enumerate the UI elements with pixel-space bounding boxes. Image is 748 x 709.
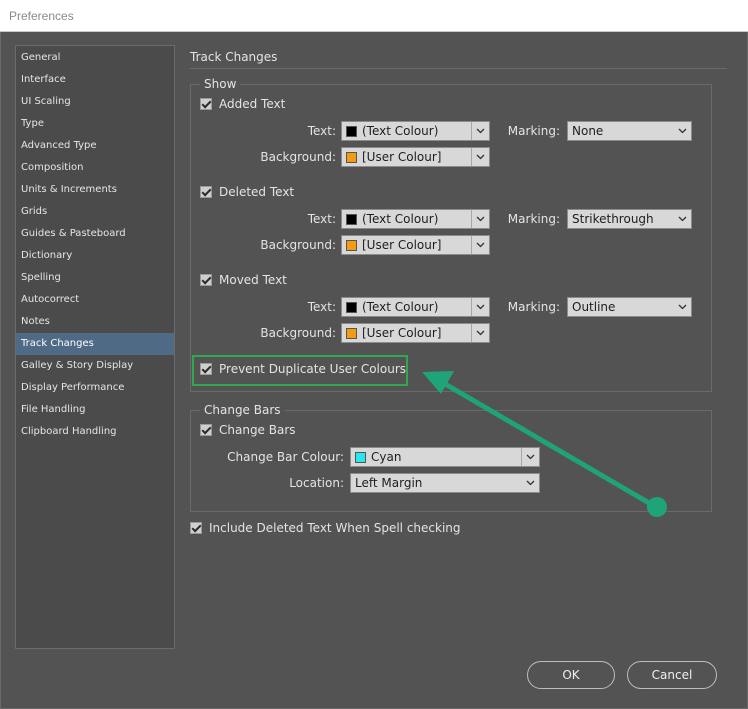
moved-text-label: Moved Text [219, 273, 287, 287]
sidebar-item-notes[interactable]: Notes [16, 311, 174, 333]
deleted-text-label: Deleted Text [219, 185, 295, 199]
deleted-text-text-label: Text: [307, 212, 336, 226]
moved-text-background-value: [User Colour] [362, 326, 442, 340]
sidebar-item-composition[interactable]: Composition [16, 157, 174, 179]
sidebar-item-galley-story-display[interactable]: Galley & Story Display [16, 355, 174, 377]
added-text-label: Added Text [219, 97, 286, 111]
moved-text-text-dropdown[interactable]: (Text Colour) [341, 297, 490, 317]
sidebar-item-interface[interactable]: Interface [16, 69, 174, 91]
include-deleted-checkbox[interactable] [190, 522, 202, 534]
deleted-text-background-swatch [346, 239, 357, 251]
show-group-label: Show [200, 77, 241, 91]
moved-text-marking-value: Outline [572, 300, 616, 314]
chevron-down-icon[interactable] [471, 148, 489, 166]
moved-text-text-label: Text: [307, 300, 336, 314]
moved-text-marking-dropdown[interactable]: Outline [567, 297, 692, 317]
sidebar-item-advanced-type[interactable]: Advanced Type [16, 135, 174, 157]
change-bar-colour-label: Change Bar Colour: [227, 450, 344, 464]
moved-text-background-label: Background: [260, 326, 336, 340]
deleted-text-background-label: Background: [260, 238, 336, 252]
added-text-checkbox-row[interactable]: Added Text [200, 96, 285, 112]
added-text-text-value: (Text Colour) [362, 124, 439, 138]
sidebar-item-guides-pasteboard[interactable]: Guides & Pasteboard [16, 223, 174, 245]
deleted-text-text-value: (Text Colour) [362, 212, 439, 226]
preferences-sidebar: General Interface UI Scaling Type Advanc… [15, 45, 175, 649]
added-text-text-swatch [346, 125, 357, 137]
added-text-text-label: Text: [307, 124, 336, 138]
chevron-down-icon[interactable] [471, 298, 489, 316]
chevron-down-icon[interactable] [471, 210, 489, 228]
added-text-marking-label: Marking: [507, 124, 560, 138]
sidebar-item-general[interactable]: General [16, 47, 174, 69]
location-label: Location: [289, 476, 344, 490]
sidebar-item-spelling[interactable]: Spelling [16, 267, 174, 289]
deleted-text-background-value: [User Colour] [362, 238, 442, 252]
chevron-down-icon[interactable] [673, 210, 691, 228]
sidebar-item-display-performance[interactable]: Display Performance [16, 377, 174, 399]
moved-text-text-value: (Text Colour) [362, 300, 439, 314]
sidebar-item-grids[interactable]: Grids [16, 201, 174, 223]
sidebar-item-file-handling[interactable]: File Handling [16, 399, 174, 421]
moved-text-marking-label: Marking: [507, 300, 560, 314]
added-text-marking-dropdown[interactable]: None [567, 121, 692, 141]
added-text-background-dropdown[interactable]: [User Colour] [341, 147, 490, 167]
moved-text-checkbox-row[interactable]: Moved Text [200, 272, 287, 288]
cancel-button[interactable]: Cancel [627, 661, 717, 689]
change-bar-colour-value: Cyan [371, 450, 402, 464]
sidebar-item-type[interactable]: Type [16, 113, 174, 135]
added-text-background-swatch [346, 151, 357, 163]
chevron-down-icon[interactable] [673, 298, 691, 316]
added-text-checkbox[interactable] [200, 98, 212, 110]
sidebar-item-track-changes[interactable]: Track Changes [16, 333, 174, 355]
include-deleted-checkbox-row[interactable]: Include Deleted Text When Spell checking [190, 520, 461, 536]
change-bar-colour-dropdown[interactable]: Cyan [350, 447, 540, 467]
ok-button[interactable]: OK [527, 661, 615, 689]
moved-text-background-swatch [346, 327, 357, 339]
sidebar-item-clipboard-handling[interactable]: Clipboard Handling [16, 421, 174, 443]
include-deleted-label: Include Deleted Text When Spell checking [209, 521, 461, 535]
moved-text-text-swatch [346, 301, 357, 313]
added-text-marking-value: None [572, 124, 604, 138]
chevron-down-icon[interactable] [673, 122, 691, 140]
chevron-down-icon[interactable] [471, 324, 489, 342]
change-bars-checkbox-label: Change Bars [219, 423, 296, 437]
sidebar-item-dictionary[interactable]: Dictionary [16, 245, 174, 267]
added-text-text-dropdown[interactable]: (Text Colour) [341, 121, 490, 141]
annotation-highlight-box [192, 355, 408, 386]
change-bars-checkbox-row[interactable]: Change Bars [200, 422, 296, 438]
change-bars-group-label: Change Bars [200, 403, 285, 417]
moved-text-background-dropdown[interactable]: [User Colour] [341, 323, 490, 343]
sidebar-item-autocorrect[interactable]: Autocorrect [16, 289, 174, 311]
deleted-text-text-swatch [346, 213, 357, 225]
added-text-background-value: [User Colour] [362, 150, 442, 164]
sidebar-item-ui-scaling[interactable]: UI Scaling [16, 91, 174, 113]
title-bar: Preferences [0, 0, 748, 32]
deleted-text-checkbox-row[interactable]: Deleted Text [200, 184, 294, 200]
added-text-background-label: Background: [260, 150, 336, 164]
moved-text-checkbox[interactable] [200, 274, 212, 286]
window-title: Preferences [9, 9, 74, 23]
deleted-text-text-dropdown[interactable]: (Text Colour) [341, 209, 490, 229]
panel-title: Track Changes [190, 50, 278, 64]
chevron-down-icon[interactable] [521, 474, 539, 492]
deleted-text-marking-label: Marking: [507, 212, 560, 226]
deleted-text-marking-dropdown[interactable]: Strikethrough [567, 209, 692, 229]
panel-title-divider [190, 68, 727, 69]
deleted-text-marking-value: Strikethrough [572, 212, 654, 226]
chevron-down-icon[interactable] [471, 236, 489, 254]
chevron-down-icon[interactable] [471, 122, 489, 140]
change-bars-checkbox[interactable] [200, 424, 212, 436]
sidebar-item-units-increments[interactable]: Units & Increments [16, 179, 174, 201]
deleted-text-checkbox[interactable] [200, 186, 212, 198]
location-dropdown[interactable]: Left Margin [350, 473, 540, 493]
chevron-down-icon[interactable] [521, 448, 539, 466]
deleted-text-background-dropdown[interactable]: [User Colour] [341, 235, 490, 255]
location-value: Left Margin [355, 476, 423, 490]
change-bar-colour-swatch [355, 451, 366, 463]
